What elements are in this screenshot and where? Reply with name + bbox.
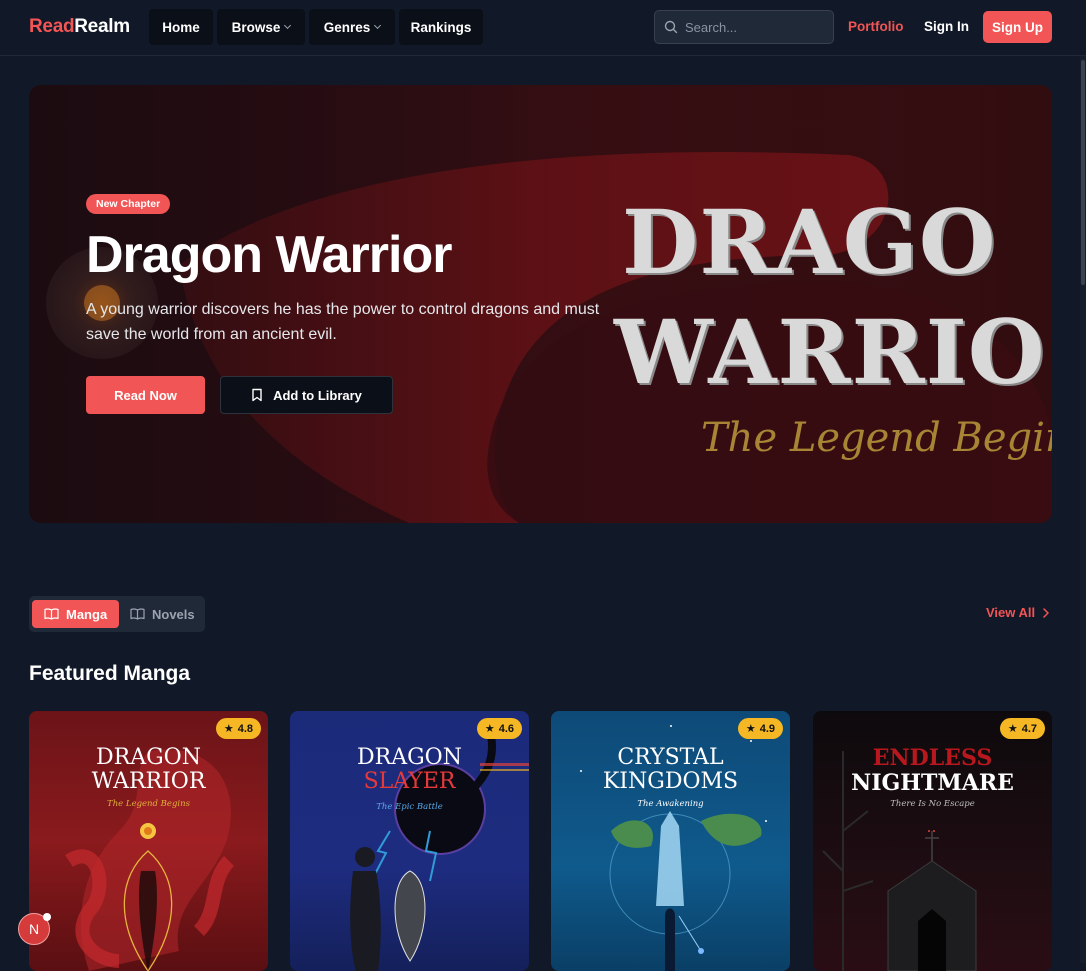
- star-icon: ★: [1007, 723, 1018, 735]
- book-open-icon: [130, 608, 145, 620]
- logo-part-realm: Realm: [74, 16, 130, 37]
- card-title-line1: DRAGON: [96, 745, 201, 770]
- hero-art-title-line2: WARRIO: [614, 300, 1046, 404]
- hero-art-title-line1: DRAGO: [622, 190, 997, 294]
- search-icon: [664, 20, 678, 34]
- sign-up-button[interactable]: Sign Up: [983, 11, 1052, 43]
- add-to-library-label: Add to Library: [273, 387, 362, 403]
- rating-badge: ★ 4.6: [476, 718, 522, 739]
- rating-value: 4.7: [1021, 722, 1037, 735]
- chevron-down-icon: [374, 21, 382, 30]
- star-icon: ★: [484, 723, 495, 735]
- top-navbar: ReadRealm Home Browse Genres Rankings Po…: [0, 0, 1086, 56]
- card-subtitle: The Legend Begins: [107, 799, 190, 809]
- sign-in-link[interactable]: Sign In: [924, 19, 969, 34]
- nav-rankings-label: Rankings: [410, 19, 472, 35]
- tab-manga-label: Manga: [66, 606, 108, 622]
- view-all-label: View All: [986, 605, 1036, 620]
- card-title-line2: WARRIOR: [91, 769, 206, 794]
- add-to-library-button[interactable]: Add to Library: [220, 376, 393, 414]
- chevron-down-icon: [284, 21, 292, 30]
- card-subtitle: The Epic Battle: [376, 802, 443, 812]
- scrollbar-thumb[interactable]: [1081, 60, 1085, 285]
- chevron-right-icon: [1043, 607, 1050, 618]
- section-title: Featured Manga: [29, 662, 191, 685]
- card-subtitle: The Awakening: [637, 799, 704, 809]
- manga-card-endless-nightmare[interactable]: ★ 4.7 ENDLESS NIGHTMARE There Is No Escap…: [813, 711, 1052, 971]
- dev-tools-letter: N: [28, 921, 40, 937]
- rating-badge: ★ 4.9: [737, 718, 783, 739]
- nav-browse-label: Browse: [231, 19, 281, 35]
- tab-novels-label: Novels: [152, 606, 195, 622]
- rating-value: 4.8: [237, 722, 253, 735]
- hero-art-subtitle: The Legend Begins: [701, 415, 1052, 461]
- card-title-line2: SLAYER: [363, 769, 456, 794]
- card-title-line1: CRYSTAL: [617, 745, 724, 770]
- tab-novels[interactable]: Novels: [118, 600, 207, 628]
- search-box[interactable]: [654, 10, 834, 44]
- nav-genres-label: Genres: [323, 19, 371, 35]
- manga-card-dragon-warrior[interactable]: ★ 4.8 DRAGON WARRIOR The Legend Begins: [29, 711, 268, 971]
- rating-value: 4.9: [759, 722, 775, 735]
- rating-badge: ★ 4.8: [215, 718, 261, 739]
- nav-browse[interactable]: Browse: [217, 9, 305, 45]
- dev-tools-badge[interactable]: N: [18, 913, 51, 945]
- nav-rankings[interactable]: Rankings: [399, 9, 483, 45]
- hero-title: Dragon Warrior: [86, 226, 452, 284]
- card-subtitle: There Is No Escape: [890, 799, 975, 809]
- book-open-icon: [44, 608, 59, 620]
- bookmark-icon: [252, 388, 262, 402]
- rating-badge: ★ 4.7: [999, 718, 1045, 739]
- content-type-tabs: Manga Novels: [29, 596, 205, 632]
- card-title-line1: DRAGON: [357, 745, 462, 770]
- card-title-line2: KINGDOMS: [602, 769, 739, 794]
- logo[interactable]: ReadRealm: [29, 16, 130, 38]
- star-icon: ★: [223, 723, 234, 735]
- rating-value: 4.6: [498, 722, 514, 735]
- read-now-button[interactable]: Read Now: [86, 376, 205, 414]
- view-all-link[interactable]: View All: [986, 605, 1050, 620]
- hero-description: A young warrior discovers he has the pow…: [86, 301, 600, 343]
- logo-part-read: Read: [29, 16, 75, 37]
- tab-manga[interactable]: Manga: [32, 600, 120, 628]
- card-title-line2: NIGHTMARE: [851, 770, 1014, 796]
- star-icon: ★: [745, 723, 756, 735]
- portfolio-link[interactable]: Portfolio: [848, 19, 904, 34]
- manga-card-crystal-kingdoms[interactable]: ★ 4.9 CRYSTAL KINGDOMS The Awakening: [551, 711, 790, 971]
- new-chapter-badge: New Chapter: [86, 194, 171, 214]
- notification-dot: [43, 913, 51, 921]
- manga-card-dragon-slayer[interactable]: ★ 4.6 DRAGON SLAYER The Epic Battle: [290, 711, 529, 971]
- nav-home-label: Home: [162, 19, 200, 35]
- nav-home[interactable]: Home: [149, 9, 213, 45]
- nav-genres[interactable]: Genres: [309, 9, 395, 45]
- card-title-line1: ENDLESS: [872, 745, 993, 771]
- hero-banner: New Chapter Dragon Warrior A young warri…: [29, 85, 1052, 523]
- search-input[interactable]: [685, 11, 830, 43]
